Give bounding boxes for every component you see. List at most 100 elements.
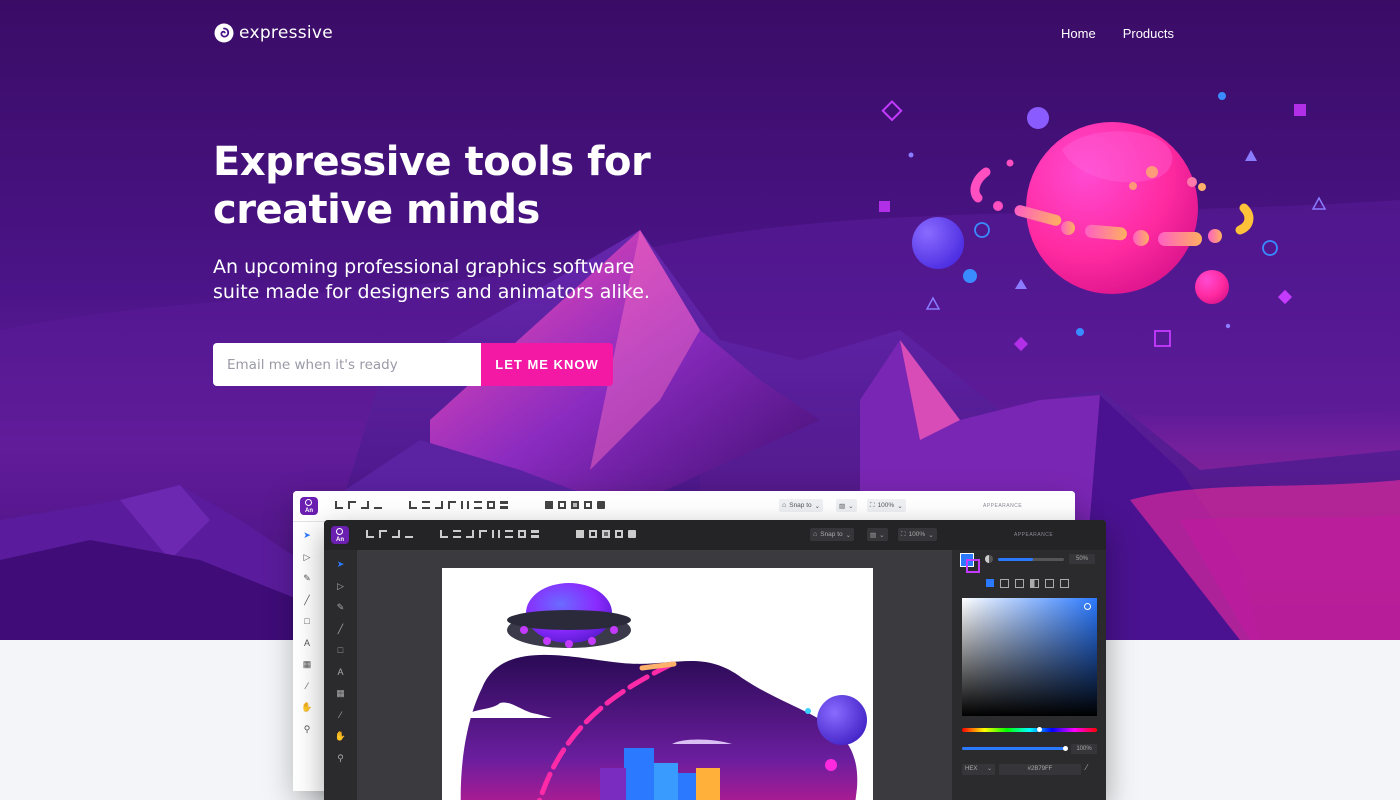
eyedropper-tool-icon[interactable]: ⁄ [340, 705, 342, 727]
distribute-icon[interactable] [440, 530, 448, 538]
zoom-dropdown[interactable]: ⛶ 100% ⌄ [898, 528, 937, 541]
top-nav: Home Products [1061, 26, 1174, 41]
text-tool-icon[interactable]: A [337, 662, 343, 684]
stroke-icon: ▨ [870, 531, 877, 539]
rectangle-tool-icon[interactable]: □ [304, 611, 309, 633]
alpha-slider[interactable] [962, 746, 1068, 751]
snap-label: Snap to [820, 531, 843, 538]
pen-tool-icon[interactable]: ✎ [337, 597, 345, 619]
align-icon[interactable] [335, 501, 343, 509]
align-icon[interactable] [361, 501, 369, 509]
distribute-icon[interactable] [505, 530, 513, 538]
distribute-icon[interactable] [518, 530, 526, 538]
subtract-icon[interactable] [589, 530, 597, 538]
hex-input[interactable]: #2B79FF [999, 764, 1081, 775]
linear-gradient-icon[interactable] [1000, 579, 1009, 588]
distribute-icon[interactable] [453, 530, 461, 538]
hand-tool-icon[interactable]: ✋ [301, 697, 312, 719]
hero-subheading: An upcoming professional graphics softwa… [213, 255, 733, 305]
artboard[interactable] [442, 568, 873, 800]
pen-tool-icon[interactable]: ✎ [303, 568, 311, 590]
direct-select-tool-icon[interactable]: ▷ [304, 547, 311, 569]
eyedropper-icon[interactable]: ⁄ [1086, 763, 1087, 772]
distribute-icon[interactable] [461, 501, 469, 509]
nav-link-products[interactable]: Products [1123, 26, 1174, 41]
distribute-icon[interactable] [466, 530, 474, 538]
text-tool-icon[interactable]: A [304, 633, 310, 655]
nav-link-home[interactable]: Home [1061, 26, 1096, 41]
opacity-slider[interactable] [998, 558, 1064, 561]
alignment-tools [366, 530, 413, 538]
union-icon[interactable] [545, 501, 553, 509]
eyedropper-tool-icon[interactable]: ⁄ [306, 676, 308, 698]
canvas-area[interactable] [357, 550, 952, 800]
distribute-icon[interactable] [500, 501, 508, 509]
chevron-down-icon: ⌄ [814, 502, 821, 510]
union-icon[interactable] [576, 530, 584, 538]
align-icon[interactable] [392, 530, 400, 538]
table-tool-icon[interactable]: ▦ [336, 683, 345, 705]
snap-dropdown[interactable]: ⌂ Snap to ⌄ [810, 528, 855, 541]
stroke-dropdown[interactable]: ▨ ⌄ [867, 528, 888, 541]
zoom-dropdown[interactable]: ⛶ 100% ⌄ [867, 499, 906, 512]
opacity-value[interactable]: 50% [1069, 554, 1095, 564]
table-tool-icon[interactable]: ▦ [303, 654, 312, 676]
boolean-tools [576, 530, 636, 538]
distribute-icon[interactable] [531, 530, 539, 538]
align-icon[interactable] [374, 501, 382, 509]
hero-headline: Expressive tools for creative minds [213, 138, 733, 234]
intersect-icon[interactable] [602, 530, 610, 538]
app-icon[interactable]: An [300, 497, 318, 515]
distribute-icon[interactable] [492, 530, 500, 538]
line-tool-icon[interactable]: ╱ [338, 619, 343, 641]
hand-tool-icon[interactable]: ✋ [335, 726, 346, 748]
exclude-icon[interactable] [584, 501, 592, 509]
hue-slider[interactable] [962, 727, 1097, 732]
align-icon[interactable] [379, 530, 387, 538]
pattern-fill-icon[interactable] [1045, 579, 1054, 588]
notify-button[interactable]: LET ME KNOW [481, 343, 613, 386]
light-toolbox: ➤ ▷ ✎ ╱ □ A ▦ ⁄ ✋ ⚲ [293, 525, 321, 740]
zoom-label: 100% [908, 531, 926, 538]
rectangle-tool-icon[interactable]: □ [338, 640, 343, 662]
alpha-value[interactable]: 100% [1071, 744, 1097, 754]
boolean-tools [545, 501, 605, 509]
snap-dropdown[interactable]: ⌂ Snap to ⌄ [779, 499, 824, 512]
color-picker-handle[interactable] [1084, 603, 1091, 610]
distribute-icon[interactable] [422, 501, 430, 509]
angular-gradient-icon[interactable] [1030, 579, 1039, 588]
subtract-icon[interactable] [558, 501, 566, 509]
email-input[interactable] [213, 343, 481, 386]
direct-select-tool-icon[interactable]: ▷ [337, 576, 344, 598]
align-icon[interactable] [348, 501, 356, 509]
distribute-icon[interactable] [487, 501, 495, 509]
brand-logo[interactable]: expressive [213, 22, 333, 44]
align-icon[interactable] [405, 530, 413, 538]
intersect-icon[interactable] [571, 501, 579, 509]
select-tool-icon[interactable]: ➤ [337, 554, 345, 576]
stroke-swatch[interactable] [966, 559, 980, 573]
distribute-icon[interactable] [409, 501, 417, 509]
stroke-dropdown[interactable]: ▨ ⌄ [836, 499, 857, 512]
exclude-icon[interactable] [615, 530, 623, 538]
solid-fill-icon[interactable] [986, 579, 994, 587]
stroke-icon: ▨ [839, 502, 846, 510]
brand-name: expressive [239, 23, 334, 43]
align-icon[interactable] [366, 530, 374, 538]
flatten-icon[interactable] [628, 530, 636, 538]
distribute-icon[interactable] [435, 501, 443, 509]
color-picker-field[interactable] [962, 598, 1097, 716]
select-tool-icon[interactable]: ➤ [303, 525, 311, 547]
distribute-icon[interactable] [448, 501, 456, 509]
radial-gradient-icon[interactable] [1015, 579, 1024, 588]
distribute-icon[interactable] [474, 501, 482, 509]
zoom-tool-icon[interactable]: ⚲ [337, 748, 344, 770]
color-mode-select[interactable]: HEX ⌄ [962, 764, 995, 775]
distribute-icon[interactable] [479, 530, 487, 538]
app-icon[interactable]: An [331, 526, 349, 544]
panel-title: APPEARANCE [983, 503, 1023, 509]
no-fill-icon[interactable] [1060, 579, 1069, 588]
line-tool-icon[interactable]: ╱ [304, 590, 309, 612]
zoom-tool-icon[interactable]: ⚲ [304, 719, 311, 741]
flatten-icon[interactable] [597, 501, 605, 509]
